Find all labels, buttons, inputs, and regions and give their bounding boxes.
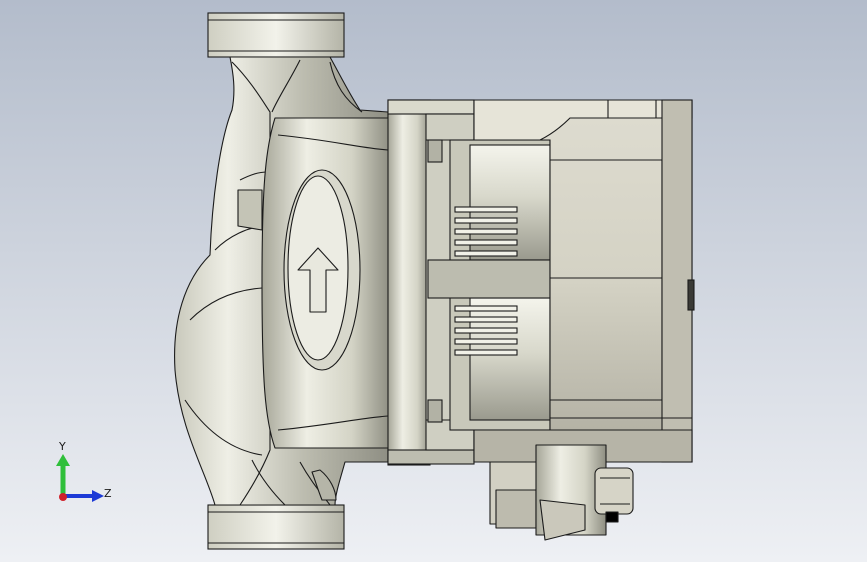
graphics-viewport[interactable]: Y Z [0, 0, 867, 562]
y-axis-arrowhead [56, 454, 70, 466]
pump-model[interactable] [0, 0, 867, 562]
z-axis-arrowhead [92, 490, 104, 502]
pump-face-plate [261, 117, 391, 449]
triad-graphic [56, 454, 104, 502]
coordinate-triad: Y Z [44, 440, 124, 520]
top-pipe-connection [207, 12, 345, 58]
z-axis-label: Z [104, 487, 112, 500]
y-axis-label: Y [59, 440, 66, 453]
bottom-pipe-connection [207, 504, 345, 550]
origin-dot [59, 493, 67, 501]
